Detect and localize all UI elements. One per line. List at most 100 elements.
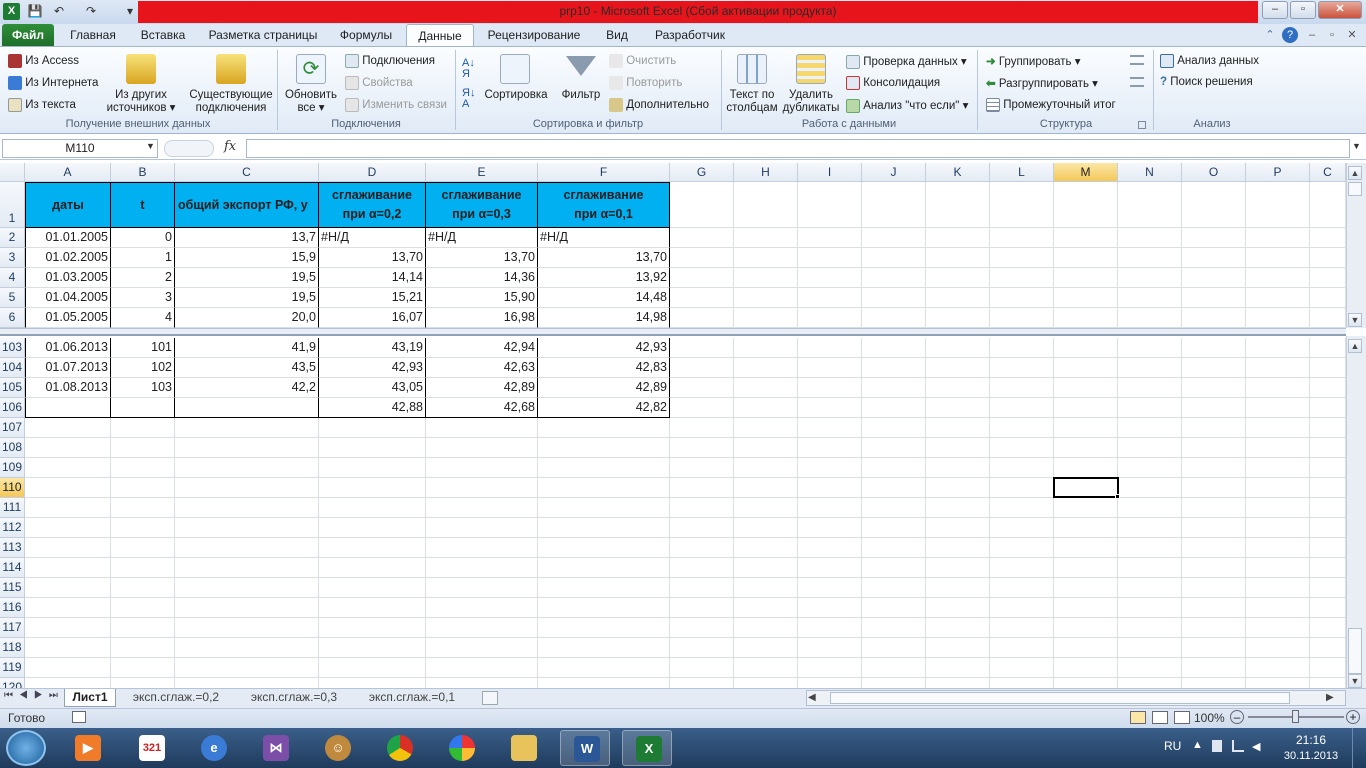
- table-cell[interactable]: 42,63: [426, 358, 538, 378]
- horizontal-scroll-thumb[interactable]: [830, 692, 1290, 704]
- table-cell[interactable]: 01.07.2013: [25, 358, 111, 378]
- column-header[interactable]: J: [862, 163, 926, 182]
- expand-formula-icon[interactable]: ▼: [1352, 141, 1361, 151]
- empty-row-cells[interactable]: [25, 438, 1346, 458]
- table-cell[interactable]: 13,70: [319, 248, 426, 268]
- data-validation-button[interactable]: Проверка данных ▾: [846, 54, 967, 69]
- column-header[interactable]: C: [1310, 163, 1346, 182]
- column-header[interactable]: F: [538, 163, 670, 182]
- column-header[interactable]: E: [426, 163, 538, 182]
- row-header[interactable]: 104: [0, 358, 25, 378]
- empty-cells[interactable]: [670, 308, 1346, 328]
- table-cell[interactable]: 01.05.2005: [25, 308, 111, 328]
- row-header[interactable]: 112: [0, 518, 25, 538]
- table-cell[interactable]: [111, 398, 175, 418]
- scroll-thumb[interactable]: [1348, 628, 1362, 674]
- solver-button[interactable]: ? Поиск решения: [1160, 76, 1253, 88]
- empty-row-cells[interactable]: [25, 618, 1346, 638]
- table-cell[interactable]: 42,82: [538, 398, 670, 418]
- header-cell-smooth-03[interactable]: сглаживание при α=0,3: [426, 182, 538, 228]
- table-cell[interactable]: 14,14: [319, 268, 426, 288]
- row-header[interactable]: 109: [0, 458, 25, 478]
- empty-row-cells[interactable]: [25, 418, 1346, 438]
- sheet-tab-active[interactable]: Лист1: [64, 689, 116, 707]
- pane-splitter[interactable]: [0, 328, 1346, 336]
- scroll-left-arrow-icon[interactable]: ◀: [808, 692, 816, 703]
- row-header[interactable]: 2: [0, 228, 25, 248]
- clock-time[interactable]: 21:16: [1278, 733, 1344, 747]
- tray-flag-icon[interactable]: [1212, 740, 1222, 752]
- column-header[interactable]: I: [798, 163, 862, 182]
- from-web-button[interactable]: Из Интернета: [8, 76, 98, 90]
- empty-row-cells[interactable]: [25, 558, 1346, 578]
- column-header-selected[interactable]: M: [1054, 163, 1118, 182]
- tray-up-arrow-icon[interactable]: ▲: [1192, 739, 1203, 751]
- table-cell[interactable]: 13,7: [175, 228, 319, 248]
- row-header[interactable]: 115: [0, 578, 25, 598]
- table-cell[interactable]: [25, 398, 111, 418]
- row-header[interactable]: 4: [0, 268, 25, 288]
- page-layout-view-icon[interactable]: [1152, 711, 1168, 724]
- scroll-up-arrow-icon[interactable]: ▲: [1348, 166, 1362, 180]
- hide-detail-icon[interactable]: [1130, 77, 1144, 87]
- empty-cells[interactable]: [670, 378, 1346, 398]
- tab-insert[interactable]: Вставка: [132, 24, 194, 46]
- doc-close-icon[interactable]: ✕: [1344, 27, 1360, 43]
- empty-row-cells[interactable]: [25, 518, 1346, 538]
- tab-home[interactable]: Главная: [60, 24, 126, 46]
- empty-cells[interactable]: [670, 288, 1346, 308]
- table-cell[interactable]: #Н/Д: [538, 228, 670, 248]
- scroll-up-arrow-icon[interactable]: ▲: [1348, 339, 1362, 353]
- table-cell[interactable]: [175, 398, 319, 418]
- table-cell[interactable]: 4: [111, 308, 175, 328]
- connections-button[interactable]: Подключения: [345, 54, 435, 68]
- taskbar-explorer[interactable]: [498, 730, 548, 766]
- table-cell[interactable]: 43,5: [175, 358, 319, 378]
- sheet-nav-arrows-icon[interactable]: ⏮◀▶⏭: [4, 690, 64, 701]
- close-icon[interactable]: ✕: [1318, 1, 1362, 19]
- doc-restore-icon[interactable]: ▫: [1324, 27, 1340, 43]
- tab-developer[interactable]: Разработчик: [646, 24, 734, 46]
- formula-bar-handle[interactable]: [164, 140, 214, 157]
- column-header[interactable]: N: [1118, 163, 1182, 182]
- new-sheet-icon[interactable]: [482, 691, 498, 705]
- volume-icon[interactable]: ◀: [1252, 740, 1264, 753]
- scroll-down-arrow-icon[interactable]: ▼: [1348, 313, 1362, 327]
- row-header[interactable]: 108: [0, 438, 25, 458]
- tab-page-layout[interactable]: Разметка страницы: [200, 24, 326, 46]
- remove-duplicates-button[interactable]: Удалить дубликаты: [782, 52, 840, 116]
- row-header[interactable]: 118: [0, 638, 25, 658]
- start-button-icon[interactable]: [6, 730, 46, 766]
- taskbar-excel[interactable]: X: [622, 730, 672, 766]
- table-cell[interactable]: 14,48: [538, 288, 670, 308]
- tab-view[interactable]: Вид: [594, 24, 640, 46]
- show-detail-icon[interactable]: [1130, 55, 1144, 65]
- row-header[interactable]: 116: [0, 598, 25, 618]
- data-analysis-button[interactable]: Анализ данных: [1160, 54, 1259, 68]
- empty-row-cells[interactable]: [25, 578, 1346, 598]
- row-header[interactable]: 111: [0, 498, 25, 518]
- from-access-button[interactable]: Из Access: [8, 54, 79, 68]
- help-icon[interactable]: ?: [1282, 27, 1298, 43]
- row-header[interactable]: 1: [0, 182, 25, 228]
- excel-app-icon[interactable]: X: [3, 3, 20, 20]
- header-cell-smooth-01[interactable]: сглаживание при α=0,1: [538, 182, 670, 228]
- selected-cell-cursor[interactable]: [1053, 477, 1119, 498]
- table-cell[interactable]: 42,89: [538, 378, 670, 398]
- row-header[interactable]: 3: [0, 248, 25, 268]
- row-header-selected[interactable]: 110: [0, 478, 25, 498]
- existing-connections-button[interactable]: Существующие подключения: [188, 52, 274, 116]
- zoom-in-icon[interactable]: +: [1346, 710, 1360, 724]
- table-cell[interactable]: 01.03.2005: [25, 268, 111, 288]
- what-if-button[interactable]: Анализ "что если" ▾: [846, 98, 968, 113]
- sheet-tab[interactable]: эксп.сглаж.=0,2: [120, 689, 232, 707]
- table-cell[interactable]: 42,88: [319, 398, 426, 418]
- formula-input[interactable]: [246, 139, 1350, 158]
- normal-view-icon[interactable]: [1130, 711, 1146, 724]
- insert-function-icon[interactable]: fx: [224, 139, 242, 154]
- table-cell[interactable]: 42,93: [538, 338, 670, 358]
- table-cell[interactable]: 42,93: [319, 358, 426, 378]
- name-box[interactable]: M110: [2, 139, 158, 158]
- empty-cells[interactable]: [670, 358, 1346, 378]
- row-header[interactable]: 105: [0, 378, 25, 398]
